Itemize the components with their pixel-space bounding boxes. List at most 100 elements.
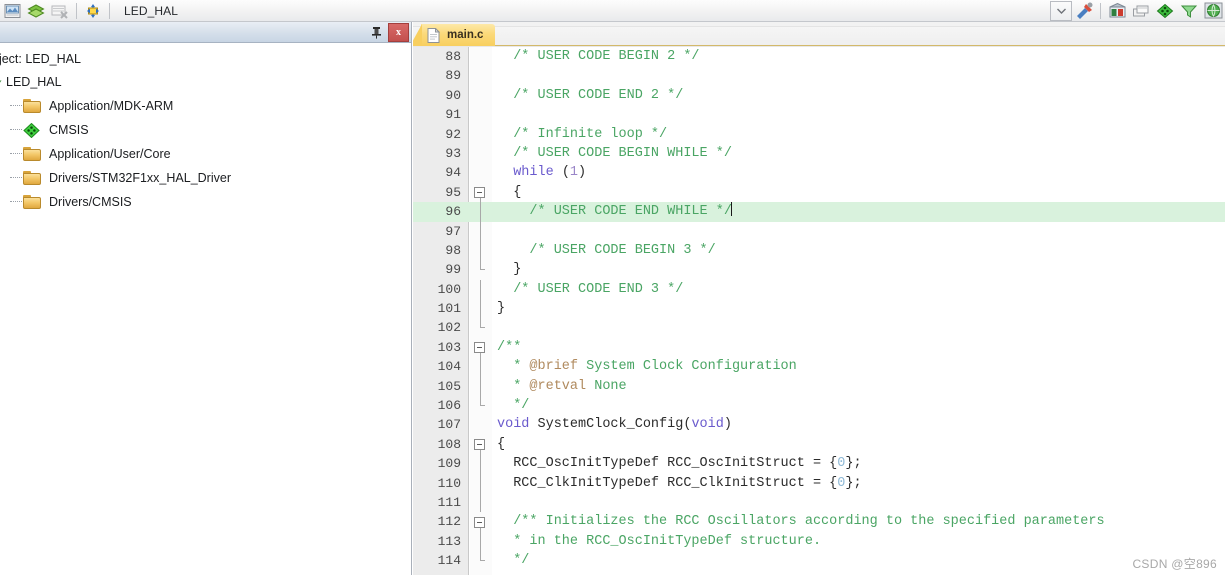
layers-icon[interactable] — [25, 1, 47, 21]
line-number: 102 — [437, 320, 461, 336]
line-number: 112 — [437, 514, 461, 530]
tree-item-label: CMSIS — [49, 123, 89, 137]
line-number: 96 — [445, 204, 461, 220]
fold-marker[interactable] — [470, 183, 492, 203]
line-number: 111 — [437, 494, 461, 510]
tree-item-label: Application/User/Core — [49, 147, 171, 161]
code-text: /* USER CODE BEGIN 2 */ — [497, 49, 700, 64]
fold-marker — [470, 163, 492, 182]
code-line[interactable]: 111 — [413, 492, 1225, 513]
code-line[interactable]: 99 } — [413, 260, 1225, 279]
tree-item-drivers-cmsis[interactable]: Drivers/CMSIS — [0, 190, 411, 214]
code-line[interactable]: 110 RCC_ClkInitTypeDef RCC_ClkInitStruct… — [413, 473, 1225, 493]
target-options-icon[interactable] — [82, 1, 104, 21]
fold-marker[interactable] — [470, 512, 492, 532]
expanded-twisty-icon[interactable] — [0, 75, 4, 89]
code-line[interactable]: 98 /* USER CODE BEGIN 3 */ — [413, 240, 1225, 261]
funnel-icon[interactable] — [1178, 1, 1200, 21]
tree-item-application-mdk-arm[interactable]: Application/MDK-ARM — [0, 94, 411, 118]
tab-main-c[interactable]: main.c — [413, 24, 496, 46]
tree-connector — [10, 153, 22, 155]
code-line[interactable]: 102 — [413, 318, 1225, 337]
fold-marker — [470, 551, 492, 570]
code-line[interactable]: 106 */ — [413, 396, 1225, 415]
code-text: RCC_OscInitTypeDef RCC_OscInitStruct = {… — [497, 456, 862, 472]
code-line[interactable]: 100 /* USER CODE END 3 */ — [413, 279, 1225, 300]
tree-connector — [10, 105, 22, 107]
tree-item-drivers-stm32f1xx-hal-driver[interactable]: Drivers/STM32F1xx_HAL_Driver — [0, 166, 411, 190]
line-number: 105 — [437, 378, 461, 394]
code-line[interactable]: 94 while (1) — [413, 163, 1225, 182]
code-text: /* USER CODE BEGIN 3 */ — [497, 242, 716, 258]
code-line[interactable]: 107 void SystemClock_Config(void) — [413, 415, 1225, 434]
books-icon[interactable] — [1130, 1, 1152, 21]
folder-icon — [23, 194, 42, 210]
chevron-down-icon[interactable] — [1050, 0, 1072, 21]
tree-item-label: Application/MDK-ARM — [49, 99, 174, 113]
build-tools-icon[interactable] — [1073, 1, 1095, 21]
code-line[interactable]: 113 * in the RCC_OscInitTypeDef structur… — [413, 531, 1225, 552]
watermark-label: CSDN @空896 — [1132, 557, 1217, 571]
line-number: 99 — [445, 262, 461, 278]
code-line[interactable]: 93 /* USER CODE BEGIN WHILE */ — [413, 144, 1225, 163]
code-line[interactable]: 109 RCC_OscInitTypeDef RCC_OscInitStruct… — [413, 454, 1225, 474]
project-panel-titlebar: x — [0, 22, 411, 43]
fold-marker[interactable] — [470, 338, 492, 358]
tree-item-cmsis[interactable]: CMSIS — [0, 118, 411, 142]
cmsis-diamond-icon — [23, 122, 42, 138]
code-line[interactable]: 92 /* Infinite loop */ — [413, 125, 1225, 144]
code-line[interactable]: 90 /* USER CODE END 2 */ — [413, 86, 1225, 105]
code-text: { — [497, 184, 522, 200]
code-line[interactable]: 101} — [413, 299, 1225, 319]
code-line[interactable]: 105 * @retval None — [413, 376, 1225, 397]
code-line[interactable]: 104 * @brief System Clock Configuration — [413, 357, 1225, 377]
tree-connector — [10, 129, 22, 131]
new-project-icon[interactable] — [1, 1, 23, 21]
line-number: 110 — [437, 475, 461, 491]
code-text: /* USER CODE END WHILE */ — [497, 202, 732, 220]
fold-marker — [470, 202, 492, 222]
line-number: 100 — [437, 281, 461, 297]
tree-item-led-hal[interactable]: LED_HAL — [0, 70, 411, 94]
code-line[interactable]: 91 — [413, 105, 1225, 124]
fold-marker — [470, 144, 492, 163]
globe-icon[interactable] — [1202, 1, 1224, 21]
pack-installer-icon[interactable] — [1154, 1, 1176, 21]
pin-icon[interactable] — [367, 24, 385, 41]
code-line[interactable]: 103 /** — [413, 338, 1225, 358]
code-text: } — [497, 262, 522, 278]
code-line[interactable]: 114 */ — [413, 551, 1225, 570]
code-text: */ — [497, 398, 530, 414]
manage-project-items-icon[interactable] — [1106, 1, 1128, 21]
code-view[interactable]: 88 /* USER CODE BEGIN 2 */ 89 90 /* USER C… — [413, 46, 1225, 575]
code-line[interactable]: 88 /* USER CODE BEGIN 2 */ — [413, 47, 1225, 66]
code-text: /* USER CODE END 3 */ — [497, 281, 684, 297]
line-number: 93 — [445, 145, 461, 161]
tree-item-application-user-core[interactable]: Application/User/Core — [0, 142, 411, 166]
line-number: 90 — [445, 87, 461, 103]
code-line[interactable]: 95 { — [413, 183, 1225, 203]
code-line[interactable]: 96 /* USER CODE END WHILE */ — [413, 202, 1225, 222]
tree-item-label: Drivers/STM32F1xx_HAL_Driver — [49, 171, 231, 185]
line-number: 103 — [437, 339, 461, 355]
fold-marker — [470, 376, 492, 397]
close-panel-button[interactable]: x — [388, 22, 409, 42]
fold-marker — [470, 66, 492, 85]
fold-marker — [470, 357, 492, 377]
code-line[interactable]: 112 /** Initializes the RCC Oscillators … — [413, 512, 1225, 532]
fold-marker — [470, 531, 492, 552]
tree-item-label: Drivers/CMSIS — [49, 195, 132, 209]
code-line[interactable]: 97 — [413, 221, 1225, 241]
line-number: 113 — [437, 533, 461, 549]
folder-icon — [23, 170, 42, 186]
line-number: 95 — [445, 184, 461, 200]
code-line[interactable]: 89 — [413, 66, 1225, 85]
close-project-icon[interactable] — [49, 1, 71, 21]
project-tree-container: oject: LED_HAL LED_HAL Application/MDK-A… — [0, 43, 411, 214]
fold-marker[interactable] — [470, 435, 492, 455]
toolbar-separator — [1100, 2, 1101, 19]
text-caret — [730, 202, 732, 217]
code-line[interactable]: 108 { — [413, 435, 1225, 455]
code-text: /* USER CODE BEGIN WHILE */ — [497, 145, 732, 161]
editor-tabstrip: main.c — [413, 22, 1225, 46]
